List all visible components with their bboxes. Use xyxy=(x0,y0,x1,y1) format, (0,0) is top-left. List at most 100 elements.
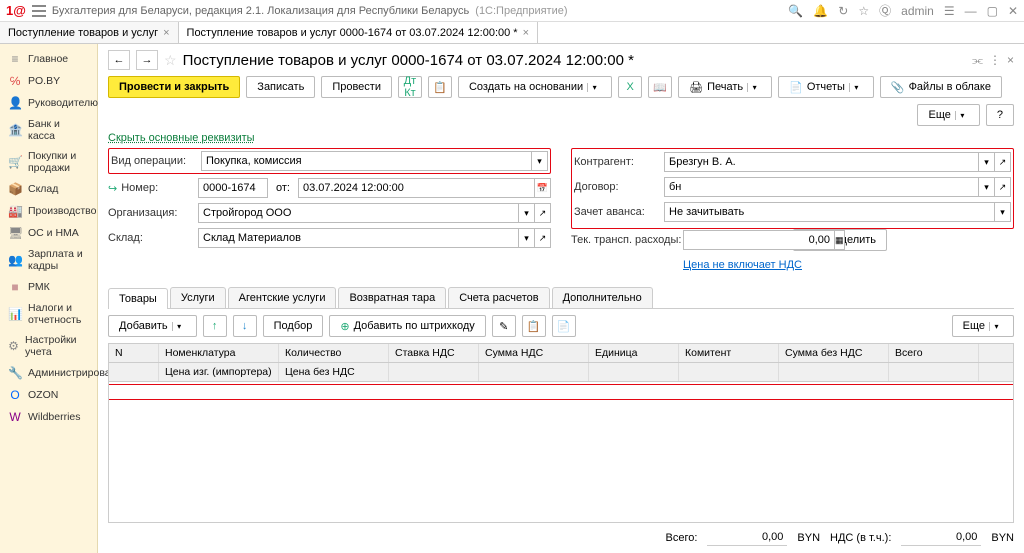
select-button[interactable]: Подбор xyxy=(263,315,324,337)
sidebar-item-7[interactable]: 🖥ОС и НМА xyxy=(0,222,97,244)
calendar-icon[interactable]: 📅 xyxy=(535,178,551,198)
warehouse-input[interactable] xyxy=(198,228,519,248)
grid-col-header[interactable]: Сумма НДС xyxy=(479,344,589,362)
tab-list[interactable]: Поступление товаров и услуг × xyxy=(0,22,179,43)
tab-document[interactable]: Поступление товаров и услуг 0000-1674 от… xyxy=(179,22,538,43)
grid-col-header[interactable]: Единица xyxy=(589,344,679,362)
dropdown-icon[interactable]: ▾ xyxy=(995,202,1011,222)
post-and-close-button[interactable]: Провести и закрыть xyxy=(108,76,240,98)
reports-button[interactable]: 📄 Отчеты▾ xyxy=(778,76,874,98)
sidebar-item-9[interactable]: ■РМК xyxy=(0,276,97,298)
open-icon[interactable]: ↗ xyxy=(995,152,1011,172)
move-up-icon[interactable]: ↑ xyxy=(203,315,227,337)
date-input[interactable] xyxy=(298,178,535,198)
print-button[interactable]: 🖨 Печать▾ xyxy=(678,76,772,98)
sidebar-item-11[interactable]: ⚙Настройки учета xyxy=(0,330,97,362)
dropdown-icon[interactable]: ▾ xyxy=(519,228,535,248)
sidebar-item-12[interactable]: 🔧Администрирование xyxy=(0,362,97,384)
history-icon[interactable]: ↻ xyxy=(838,4,848,18)
window-more-icon[interactable]: ⋮ xyxy=(989,53,1001,68)
copy-rows-icon[interactable]: 📋 xyxy=(522,315,546,337)
bell-icon[interactable]: 🔔 xyxy=(813,4,828,18)
contract-input[interactable] xyxy=(664,177,979,197)
book-icon[interactable]: 📖 xyxy=(648,76,672,98)
search-icon[interactable]: 🔍 xyxy=(788,4,803,18)
tab-close-icon[interactable]: × xyxy=(163,27,169,39)
dropdown-icon[interactable]: ▾ xyxy=(519,203,535,223)
sub-tab-4[interactable]: Счета расчетов xyxy=(448,287,549,308)
copy-icon[interactable]: 📋 xyxy=(428,76,452,98)
close-icon[interactable]: ✕ xyxy=(1008,4,1018,18)
create-based-button[interactable]: Создать на основании▾ xyxy=(458,76,612,98)
grid-more-button[interactable]: Еще▾ xyxy=(952,315,1014,337)
grid-col-header[interactable]: Ставка НДС xyxy=(389,344,479,362)
sidebar-item-5[interactable]: 📦Склад xyxy=(0,178,97,200)
sub-tab-1[interactable]: Услуги xyxy=(170,287,226,308)
chevron-down-icon: ▾ xyxy=(172,322,186,331)
link-icon[interactable]: ⫘ xyxy=(972,53,983,68)
add-barcode-button[interactable]: ⊕ Добавить по штрихкоду xyxy=(329,315,485,337)
op-type-input[interactable] xyxy=(201,151,532,171)
grid-col-header[interactable]: N xyxy=(109,344,159,362)
grid-col-header[interactable]: Комитент xyxy=(679,344,779,362)
back-button[interactable]: ← xyxy=(108,50,130,70)
help-button[interactable]: ? xyxy=(986,104,1014,126)
grid-col-header[interactable]: Сумма без НДС xyxy=(779,344,889,362)
maximize-icon[interactable]: ▢ xyxy=(987,4,998,18)
tab-close-icon[interactable]: × xyxy=(523,27,529,39)
grid-col-header[interactable]: Номенклатура xyxy=(159,344,279,362)
grid-col-header[interactable]: Количество xyxy=(279,344,389,362)
contragent-input[interactable] xyxy=(664,152,979,172)
sub-tab-3[interactable]: Возвратная тара xyxy=(338,287,446,308)
window-close-icon[interactable]: × xyxy=(1007,53,1014,68)
sidebar-item-1[interactable]: ℅PO.BY xyxy=(0,70,97,92)
paste-rows-icon[interactable]: 📄 xyxy=(552,315,576,337)
sidebar-item-4[interactable]: 🛒Покупки и продажи xyxy=(0,146,97,178)
grid-empty-row[interactable] xyxy=(109,384,1013,400)
dropdown-icon[interactable]: ▾ xyxy=(532,151,548,171)
dropdown-icon[interactable]: ▾ xyxy=(979,177,995,197)
post-button[interactable]: Провести xyxy=(321,76,392,98)
number-input[interactable] xyxy=(198,178,268,198)
sidebar-item-3[interactable]: 🏦Банк и касса xyxy=(0,114,97,146)
hide-main-req-link[interactable]: Скрыть основные реквизиты xyxy=(108,132,255,144)
forward-button[interactable]: → xyxy=(136,50,158,70)
services-icon[interactable]: Ⓠ xyxy=(879,2,891,19)
sidebar-item-2[interactable]: 👤Руководителю xyxy=(0,92,97,114)
add-button[interactable]: Добавить▾ xyxy=(108,315,197,337)
sub-tab-0[interactable]: Товары xyxy=(108,288,168,309)
options-icon[interactable]: ☰ xyxy=(944,4,955,18)
org-input[interactable] xyxy=(198,203,519,223)
sub-tab-5[interactable]: Дополнительно xyxy=(552,287,653,308)
excel-icon[interactable]: X xyxy=(618,76,642,98)
open-icon[interactable]: ↗ xyxy=(535,203,551,223)
save-button[interactable]: Записать xyxy=(246,76,315,98)
more-button[interactable]: Еще▾ xyxy=(917,104,979,126)
sidebar-item-14[interactable]: WWildberries xyxy=(0,406,97,428)
user-label[interactable]: admin xyxy=(901,4,934,18)
grid-col-header[interactable]: Всего xyxy=(889,344,979,362)
sidebar-item-13[interactable]: OOZON xyxy=(0,384,97,406)
bulk-edit-icon[interactable]: ✎ xyxy=(492,315,516,337)
open-icon[interactable]: ↗ xyxy=(535,228,551,248)
minimize-icon[interactable]: — xyxy=(965,4,977,18)
cloud-files-button[interactable]: 📎 Файлы в облаке xyxy=(880,76,1002,98)
move-down-icon[interactable]: ↓ xyxy=(233,315,257,337)
sidebar-item-0[interactable]: ≡Главное xyxy=(0,48,97,70)
dropdown-icon[interactable]: ▾ xyxy=(979,152,995,172)
menu-icon[interactable] xyxy=(32,5,46,17)
sidebar-item-8[interactable]: 👥Зарплата и кадры xyxy=(0,244,97,276)
advance-input[interactable] xyxy=(664,202,995,222)
sidebar-item-10[interactable]: 📊Налоги и отчетность xyxy=(0,298,97,330)
open-icon[interactable]: ↗ xyxy=(995,177,1011,197)
favorite-icon[interactable]: ☆ xyxy=(164,52,177,69)
sub-tab-2[interactable]: Агентские услуги xyxy=(228,287,337,308)
star-icon[interactable]: ☆ xyxy=(858,4,869,18)
movement-icon[interactable]: ДтКт xyxy=(398,76,422,98)
total-label: Всего: xyxy=(666,532,698,544)
price-no-vat-link[interactable]: Цена не включает НДС xyxy=(683,259,802,271)
transp-input[interactable] xyxy=(683,230,835,250)
calc-icon[interactable]: ▦ xyxy=(835,230,845,250)
sidebar-item-6[interactable]: 🏭Производство xyxy=(0,200,97,222)
items-grid[interactable]: NНоменклатураКоличествоСтавка НДССумма Н… xyxy=(108,343,1014,523)
